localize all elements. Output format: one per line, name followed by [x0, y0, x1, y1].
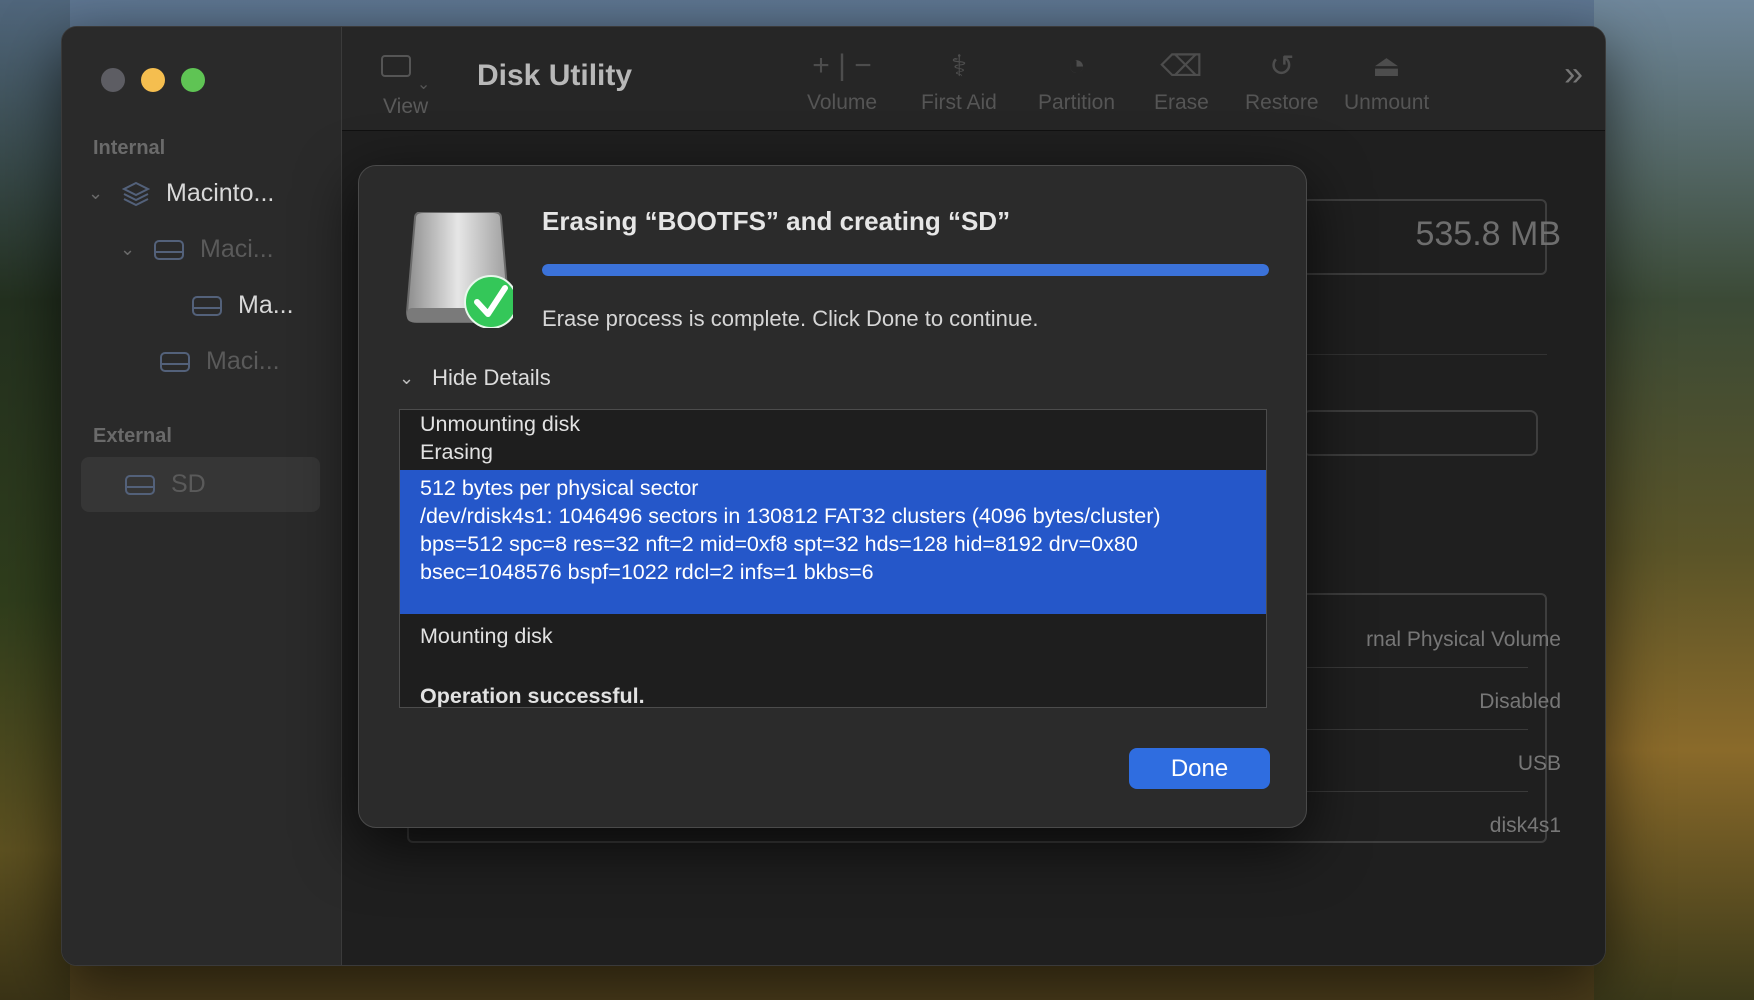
- chevron-down-icon: ⌄: [416, 76, 431, 93]
- info-device-value: disk4s1: [1489, 814, 1561, 837]
- wallpaper: [1594, 0, 1754, 1000]
- partition-button[interactable]: ◔ Partition: [1038, 49, 1115, 115]
- sidebar-item-label: Maci...: [206, 347, 280, 375]
- partition-label: Partition: [1038, 91, 1116, 114]
- view-button[interactable]: ⌄ View: [381, 55, 430, 119]
- restore-button[interactable]: ↺ Restore: [1245, 49, 1319, 115]
- stack-icon: [122, 181, 150, 206]
- erase-label: Erase: [1154, 91, 1209, 114]
- chevron-down-icon[interactable]: ⌄: [88, 183, 106, 204]
- app-title: Disk Utility: [477, 59, 633, 92]
- sidebar-item-macintosh[interactable]: ⌄ Macinto...: [88, 179, 274, 208]
- sidebar-item-ma-volume[interactable]: Ma...: [192, 291, 294, 320]
- sidebar-item-maci-container[interactable]: ⌄ Maci...: [120, 235, 274, 264]
- log-line: Mounting disk: [420, 624, 553, 648]
- info-connection-value: USB: [1517, 752, 1561, 775]
- sidebar: Internal ⌄ Macinto... ⌄ Maci... Ma... Ma…: [62, 27, 342, 965]
- hide-details-toggle[interactable]: ⌄ Hide Details: [399, 365, 551, 391]
- log-line: bps=512 spc=8 res=32 nft=2 mid=0xf8 spt=…: [420, 532, 1138, 556]
- hide-details-label: Hide Details: [432, 365, 551, 390]
- progress-bar: [542, 264, 1269, 276]
- erase-button[interactable]: ⌫ Erase: [1154, 49, 1209, 115]
- divider: [1302, 729, 1528, 730]
- log-line: Erasing: [420, 440, 493, 464]
- sidebar-item-sd[interactable]: SD: [81, 457, 320, 512]
- wallpaper: [0, 0, 70, 1000]
- info-type-value: rnal Physical Volume: [1366, 628, 1561, 651]
- divider: [1302, 791, 1528, 792]
- divider: [1302, 354, 1547, 355]
- drive-icon: [125, 474, 155, 495]
- log-line: 512 bytes per physical sector: [420, 476, 699, 500]
- view-label: View: [383, 95, 429, 118]
- sidebar-item-maci-volume[interactable]: Maci...: [160, 347, 280, 376]
- details-log[interactable]: Unmounting disk Erasing 512 bytes per ph…: [399, 409, 1267, 708]
- first-aid-button[interactable]: ⚕ First Aid: [921, 49, 997, 115]
- progress-fill: [542, 264, 1269, 276]
- sidebar-section-internal: Internal: [93, 137, 166, 159]
- dialog-title: Erasing “BOOTFS” and creating “SD”: [542, 206, 1011, 236]
- info-owners-value: Disabled: [1479, 690, 1561, 713]
- log-line: bsec=1048576 bspf=1022 rdcl=2 infs=1 bkb…: [420, 560, 874, 584]
- sidebar-item-label: Ma...: [238, 291, 294, 319]
- volume-size: 535.8 MB: [1415, 215, 1561, 253]
- sidebar-item-label: Macinto...: [166, 179, 275, 207]
- stethoscope-icon: ⚕: [950, 50, 968, 83]
- usage-bar: [1302, 410, 1538, 456]
- toolbar-overflow-icon[interactable]: »: [1564, 55, 1583, 94]
- unmount-label: Unmount: [1344, 91, 1430, 114]
- restore-label: Restore: [1245, 91, 1319, 114]
- drive-icon: [160, 351, 190, 372]
- drive-icon: [154, 239, 184, 260]
- volume-label: Volume: [807, 91, 878, 114]
- chevron-down-icon[interactable]: ⌄: [120, 239, 138, 260]
- volume-button[interactable]: + | − Volume: [807, 49, 877, 115]
- external-drive-success-icon: [405, 212, 513, 328]
- sidebar-item-label: Maci...: [200, 235, 274, 263]
- unmount-button[interactable]: ⏏ Unmount: [1344, 49, 1429, 115]
- operation-result: Operation successful.: [420, 684, 645, 708]
- minimize-window-button[interactable]: [141, 68, 165, 92]
- log-selection[interactable]: 512 bytes per physical sector /dev/rdisk…: [400, 470, 1266, 614]
- plus-minus-icon: + | −: [812, 49, 872, 82]
- done-button[interactable]: Done: [1129, 748, 1270, 789]
- sidebar-toggle-icon: [381, 55, 411, 77]
- zoom-window-button[interactable]: [181, 68, 205, 92]
- eject-icon: ⏏: [1372, 50, 1401, 83]
- log-line: /dev/rdisk4s1: 1046496 sectors in 130812…: [420, 504, 1161, 528]
- chevron-down-icon: ⌄: [399, 367, 415, 388]
- sidebar-item-label: SD: [171, 470, 206, 498]
- status-message: Erase process is complete. Click Done to…: [542, 306, 1039, 331]
- first-aid-label: First Aid: [921, 91, 997, 114]
- sidebar-section-external: External: [93, 425, 172, 447]
- log-line: Unmounting disk: [420, 412, 581, 436]
- close-window-button[interactable]: [101, 68, 125, 92]
- drive-icon: [192, 295, 222, 316]
- erase-progress-dialog: Erasing “BOOTFS” and creating “SD” Erase…: [358, 165, 1307, 828]
- eraser-icon: ⌫: [1160, 50, 1203, 83]
- restore-icon: ↺: [1269, 50, 1295, 83]
- divider: [1302, 667, 1528, 668]
- window-controls: [101, 68, 205, 92]
- toolbar: ⌄ View Disk Utility + | − Volume ⚕ First…: [342, 27, 1605, 131]
- pie-icon: ◔: [1067, 49, 1086, 82]
